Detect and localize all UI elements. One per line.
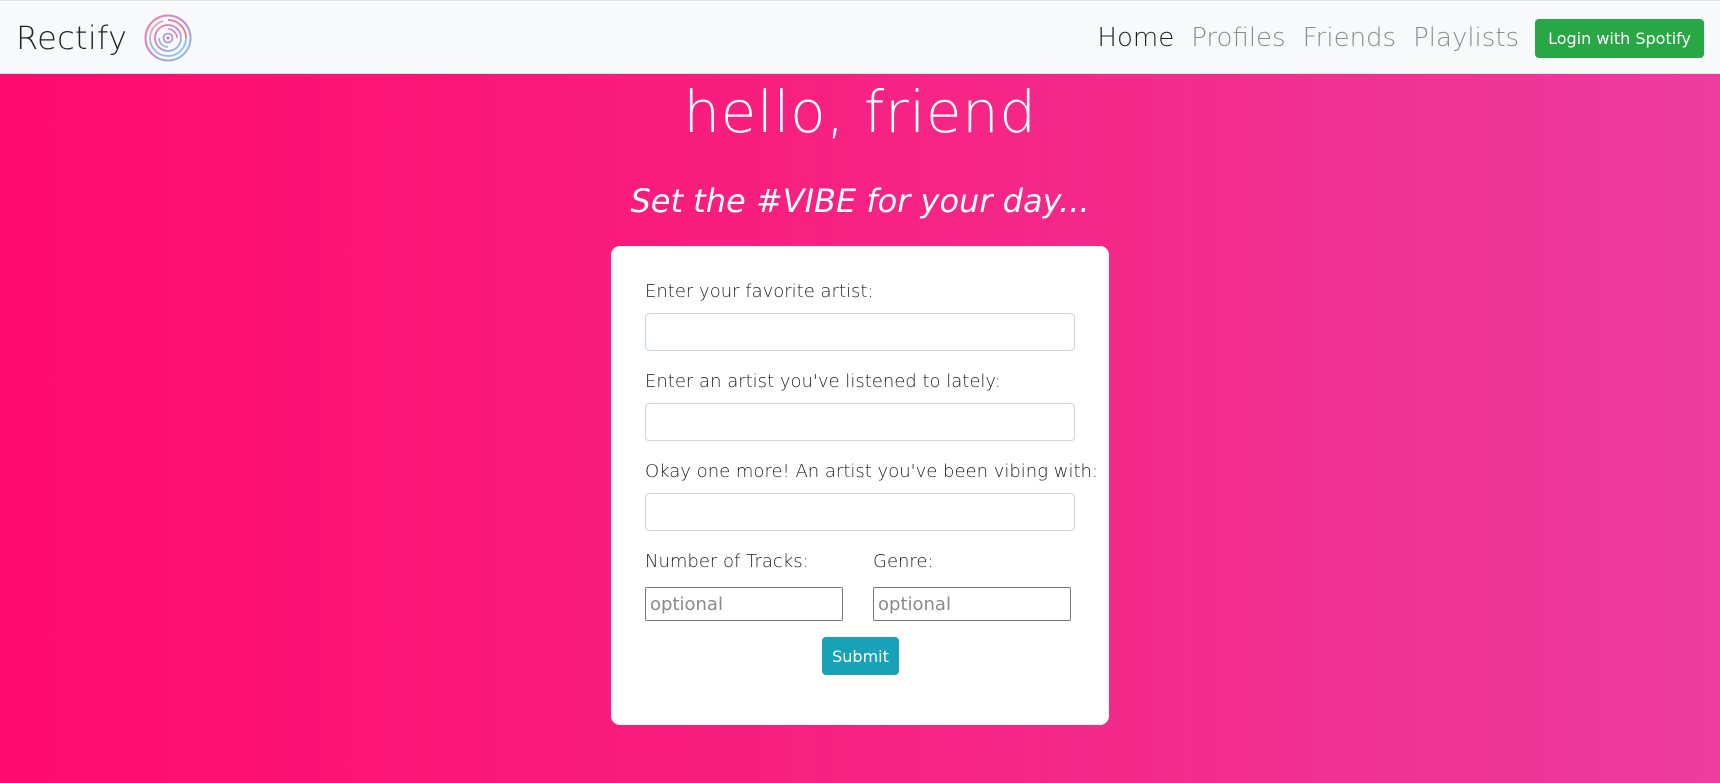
vibing-artist-input[interactable] [645,493,1075,531]
nav-link-home[interactable]: Home [1097,23,1174,53]
recent-artist-label: Enter an artist you've listened to latel… [645,371,1001,392]
genre-label: Genre: [873,551,934,572]
nav-link-friends[interactable]: Friends [1303,23,1397,53]
recent-artist-input[interactable] [645,403,1075,441]
num-tracks-label: Number of Tracks: [645,551,809,572]
vibing-artist-label: Okay one more! An artist you've been vib… [645,461,1098,482]
nav-links: Home Profiles Friends Playlists Login wi… [1080,1,1704,75]
hero-section: hello, friend Set the #VIBE for your day… [0,74,1720,783]
navbar: Rectify Home Profiles Friends Playlists … [0,0,1720,74]
hero-subtitle: Set the #VIBE for your day... [630,182,1090,220]
nav-link-playlists[interactable]: Playlists [1413,23,1519,53]
submit-button[interactable]: Submit [822,637,899,675]
vibe-form-card: Enter your favorite artist: Enter an art… [611,246,1109,725]
favorite-artist-input[interactable] [645,313,1075,351]
brand-link[interactable]: Rectify [16,13,193,63]
login-with-spotify-button[interactable]: Login with Spotify [1535,18,1704,58]
genre-input[interactable] [873,587,1071,621]
num-tracks-input[interactable] [645,587,843,621]
vinyl-record-icon [143,13,193,63]
brand-name: Rectify [16,19,128,57]
hero-title: hello, friend [683,78,1037,146]
favorite-artist-label: Enter your favorite artist: [645,281,874,302]
nav-link-profiles[interactable]: Profiles [1191,23,1285,53]
